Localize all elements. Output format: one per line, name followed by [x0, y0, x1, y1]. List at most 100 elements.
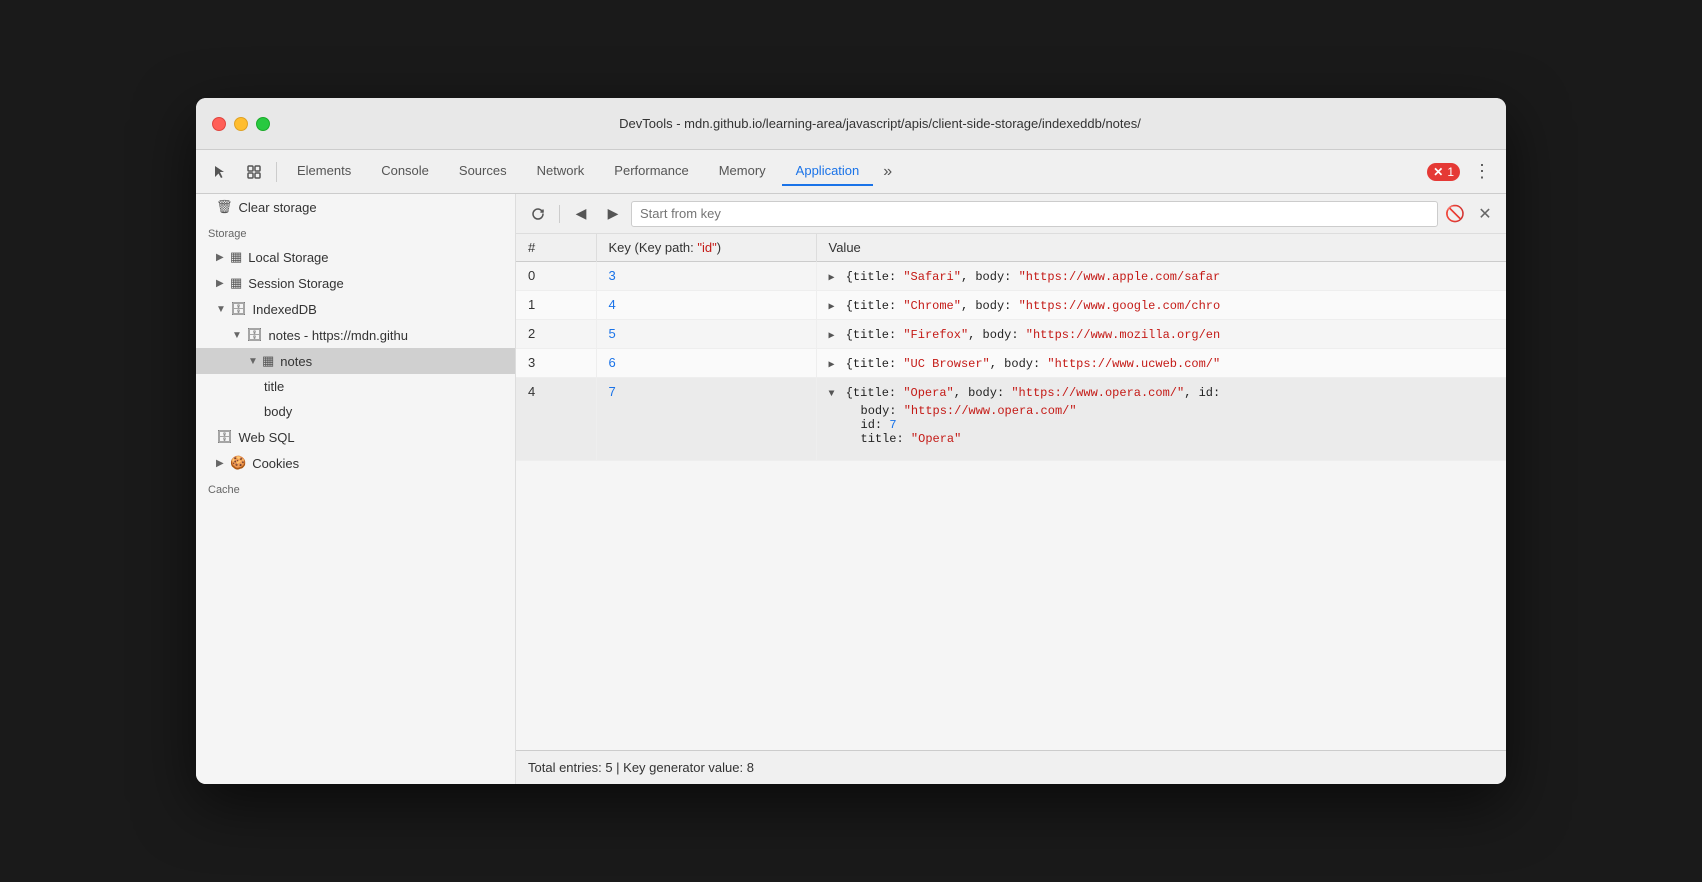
table-row[interactable]: 3 6 {title: "UC Browser", body: "https:/…: [516, 349, 1506, 378]
row-index: 0: [516, 262, 596, 291]
traffic-lights: [212, 117, 270, 131]
table-container: # Key (Key path: "id") Value 0 3: [516, 234, 1506, 750]
title-index-label: title: [264, 379, 284, 394]
clear-storage-button[interactable]: 🗑 Clear storage: [196, 194, 515, 220]
chevron-right-icon: [216, 458, 230, 469]
tab-console[interactable]: Console: [367, 157, 443, 186]
expand-icon[interactable]: [829, 301, 835, 313]
row-value: {title: "Firefox", body: "https://www.mo…: [816, 320, 1506, 349]
table-body: 0 3 {title: "Safari", body: "https://www…: [516, 262, 1506, 461]
chevron-down-icon: [232, 330, 246, 341]
table-row[interactable]: 1 4 {title: "Chrome", body: "https://www…: [516, 291, 1506, 320]
sidebar-item-cookies[interactable]: 🍪 Cookies: [196, 450, 515, 476]
error-badge[interactable]: ✕ 1: [1427, 163, 1460, 181]
col-key-header: Key (Key path: "id"): [596, 234, 816, 262]
storage-section-label: Storage: [196, 220, 515, 244]
sidebar-item-notes-db[interactable]: 🗄 notes - https://mdn.githu: [196, 322, 515, 348]
expanded-detail: body: "https://www.opera.com/" id: 7 tit…: [829, 400, 1495, 454]
chevron-right-icon: [216, 278, 230, 289]
row-index: 4: [516, 378, 596, 461]
session-storage-icon: ▦: [230, 275, 242, 291]
cookies-label: Cookies: [252, 456, 299, 471]
tab-memory[interactable]: Memory: [705, 157, 780, 186]
row-index: 1: [516, 291, 596, 320]
cookies-icon: 🍪: [230, 455, 246, 471]
table-header-row: # Key (Key path: "id") Value: [516, 234, 1506, 262]
toolbar-right: ✕ 1 ⋮: [1427, 158, 1498, 186]
expand-icon[interactable]: [829, 359, 835, 371]
indexeddb-icon: 🗄: [230, 301, 247, 317]
tab-sources[interactable]: Sources: [445, 157, 521, 186]
trash-icon: 🗑: [216, 199, 233, 215]
error-icon: ✕: [1433, 165, 1443, 179]
notes-db-label: notes - https://mdn.githu: [269, 328, 408, 343]
row-key: 4: [596, 291, 816, 320]
row-key: 7: [596, 378, 816, 461]
clear-storage-label: Clear storage: [239, 200, 317, 215]
notes-db-icon: 🗄: [246, 327, 263, 343]
titlebar: DevTools - mdn.github.io/learning-area/j…: [196, 98, 1506, 150]
notes-store-label: notes: [280, 354, 312, 369]
row-key: 5: [596, 320, 816, 349]
toolbar-separator: [276, 162, 277, 182]
close-key-button[interactable]: ✕: [1472, 201, 1498, 227]
tab-network[interactable]: Network: [523, 157, 599, 186]
row-value: {title: "Safari", body: "https://www.app…: [816, 262, 1506, 291]
status-text: Total entries: 5 | Key generator value: …: [528, 760, 754, 775]
websql-label: Web SQL: [239, 430, 295, 445]
devtools-toolbar: Elements Console Sources Network Perform…: [196, 150, 1506, 194]
window-title: DevTools - mdn.github.io/learning-area/j…: [270, 116, 1490, 131]
cache-section-label: Cache: [196, 476, 515, 500]
sidebar-item-websql[interactable]: 🗄 Web SQL: [196, 424, 515, 450]
expand-icon[interactable]: [829, 330, 835, 342]
status-bar: Total entries: 5 | Key generator value: …: [516, 750, 1506, 784]
table-row[interactable]: 2 5 {title: "Firefox", body: "https://ww…: [516, 320, 1506, 349]
refresh-button[interactable]: [524, 201, 552, 227]
table-row[interactable]: 4 7 {title: "Opera", body: "https://www.…: [516, 378, 1506, 461]
row-index: 2: [516, 320, 596, 349]
local-storage-icon: ▦: [230, 249, 242, 265]
close-button[interactable]: [212, 117, 226, 131]
tab-application[interactable]: Application: [782, 157, 874, 186]
prev-button[interactable]: ◀: [567, 201, 595, 227]
sidebar: 🗑 Clear storage Storage ▦ Local Storage …: [196, 194, 516, 784]
row-key: 3: [596, 262, 816, 291]
idb-toolbar: ◀ ▶ 🚫 ✕: [516, 194, 1506, 234]
chevron-right-icon: [216, 252, 230, 263]
tab-elements[interactable]: Elements: [283, 157, 365, 186]
clear-key-button[interactable]: 🚫: [1442, 201, 1468, 227]
sidebar-item-indexeddb[interactable]: 🗄 IndexedDB: [196, 296, 515, 322]
expand-icon[interactable]: [829, 389, 835, 400]
maximize-button[interactable]: [256, 117, 270, 131]
start-from-key-input[interactable]: [631, 201, 1438, 227]
row-value: {title: "Opera", body: "https://www.oper…: [816, 378, 1506, 461]
row-key: 6: [596, 349, 816, 378]
table-row[interactable]: 0 3 {title: "Safari", body: "https://www…: [516, 262, 1506, 291]
sidebar-item-local-storage[interactable]: ▦ Local Storage: [196, 244, 515, 270]
main-layout: 🗑 Clear storage Storage ▦ Local Storage …: [196, 194, 1506, 784]
sidebar-item-session-storage[interactable]: ▦ Session Storage: [196, 270, 515, 296]
row-value: {title: "UC Browser", body: "https://www…: [816, 349, 1506, 378]
more-tools-button[interactable]: ⋮: [1466, 158, 1498, 186]
websql-icon: 🗄: [216, 429, 233, 445]
minimize-button[interactable]: [234, 117, 248, 131]
tab-performance[interactable]: Performance: [600, 157, 702, 186]
chevron-down-icon: [216, 304, 230, 315]
row-value: {title: "Chrome", body: "https://www.goo…: [816, 291, 1506, 320]
expand-icon[interactable]: [829, 272, 835, 284]
indexeddb-label: IndexedDB: [253, 302, 317, 317]
idb-separator: [559, 205, 560, 223]
sidebar-item-body-index[interactable]: body: [196, 399, 515, 424]
devtools-window: DevTools - mdn.github.io/learning-area/j…: [196, 98, 1506, 784]
sidebar-item-title-index[interactable]: title: [196, 374, 515, 399]
notes-store-icon: ▦: [262, 353, 274, 369]
body-index-label: body: [264, 404, 292, 419]
inspect-button[interactable]: [238, 158, 270, 186]
error-count: 1: [1447, 165, 1454, 179]
col-hash-header: #: [516, 234, 596, 262]
next-button[interactable]: ▶: [599, 201, 627, 227]
col-value-header: Value: [816, 234, 1506, 262]
more-tabs-button[interactable]: »: [875, 157, 900, 187]
sidebar-item-notes-store[interactable]: ▦ notes: [196, 348, 515, 374]
cursor-tool-button[interactable]: [204, 158, 236, 186]
